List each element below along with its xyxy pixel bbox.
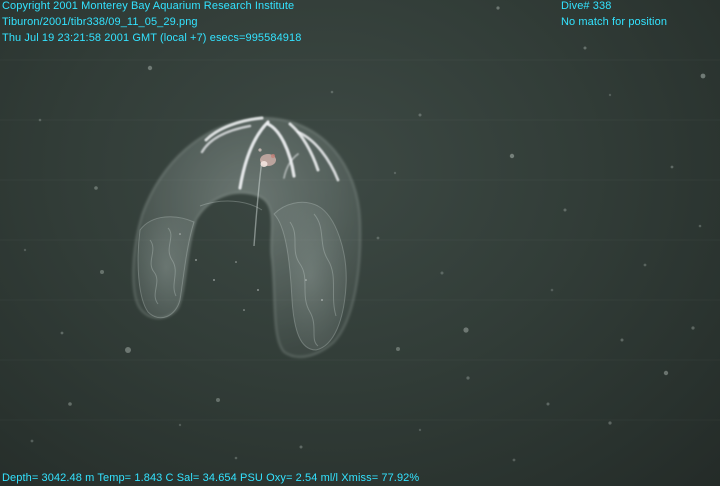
comb-jelly [132, 116, 361, 358]
position-status-text: No match for position [561, 16, 668, 28]
overlay-bottom: Depth= 3042.48 m Temp= 1.843 C Sal= 34.6… [2, 470, 419, 486]
copyright-text: Copyright 2001 Monterey Bay Aquarium Res… [2, 0, 295, 12]
file-path-text: Tiburon/2001/tibr338/09_11_05_29.png [2, 16, 198, 28]
overlay-top-left: Copyright 2001 Monterey Bay Aquarium Res… [2, 0, 301, 46]
sensor-readout-text: Depth= 3042.48 m Temp= 1.843 C Sal= 34.6… [2, 472, 420, 484]
dive-number-text: Dive# 338 [561, 0, 612, 12]
video-frame: Copyright 2001 Monterey Bay Aquarium Res… [0, 0, 720, 486]
marine-snow [23, 6, 706, 462]
overlay-top-right: Dive# 338 No match for position [561, 0, 667, 30]
deep-sea-scene [0, 6, 720, 462]
timestamp-text: Thu Jul 19 23:21:58 2001 GMT (local +7) … [2, 32, 302, 44]
